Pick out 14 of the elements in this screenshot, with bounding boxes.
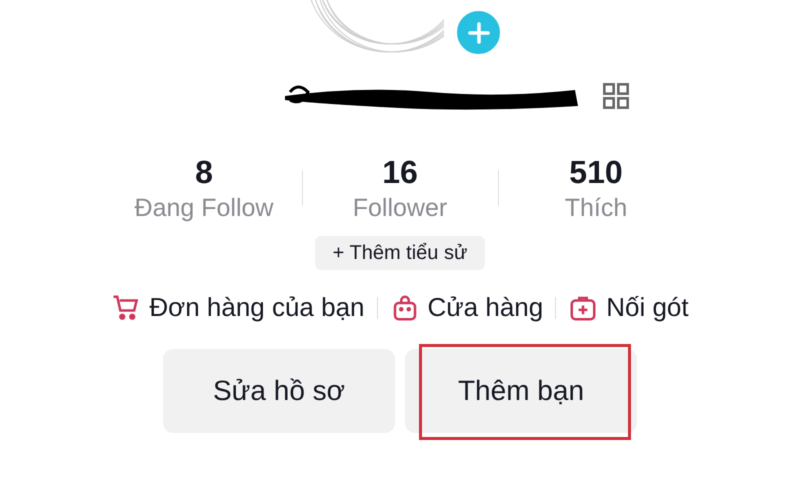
- profile-button[interactable]: Thêm bạn: [405, 349, 637, 433]
- stat-value: 510: [569, 153, 623, 192]
- shop-link[interactable]: Nối gót: [606, 288, 689, 327]
- plus-icon: [466, 20, 490, 44]
- stat-label: Follower: [352, 193, 448, 224]
- shop-link[interactable]: Đơn hàng của bạn: [149, 288, 364, 327]
- profile-button[interactable]: Sửa hồ sơ: [163, 349, 395, 433]
- stat-value: 8: [195, 153, 213, 192]
- shop-link[interactable]: Cửa hàng: [428, 288, 544, 327]
- stat-label: Thích: [564, 193, 628, 224]
- stat-value: 16: [382, 153, 418, 192]
- add-bio-button[interactable]: + Thêm tiểu sử: [314, 236, 486, 270]
- stat-label: Đang Follow: [134, 193, 274, 224]
- qr-code-icon[interactable]: [602, 82, 630, 110]
